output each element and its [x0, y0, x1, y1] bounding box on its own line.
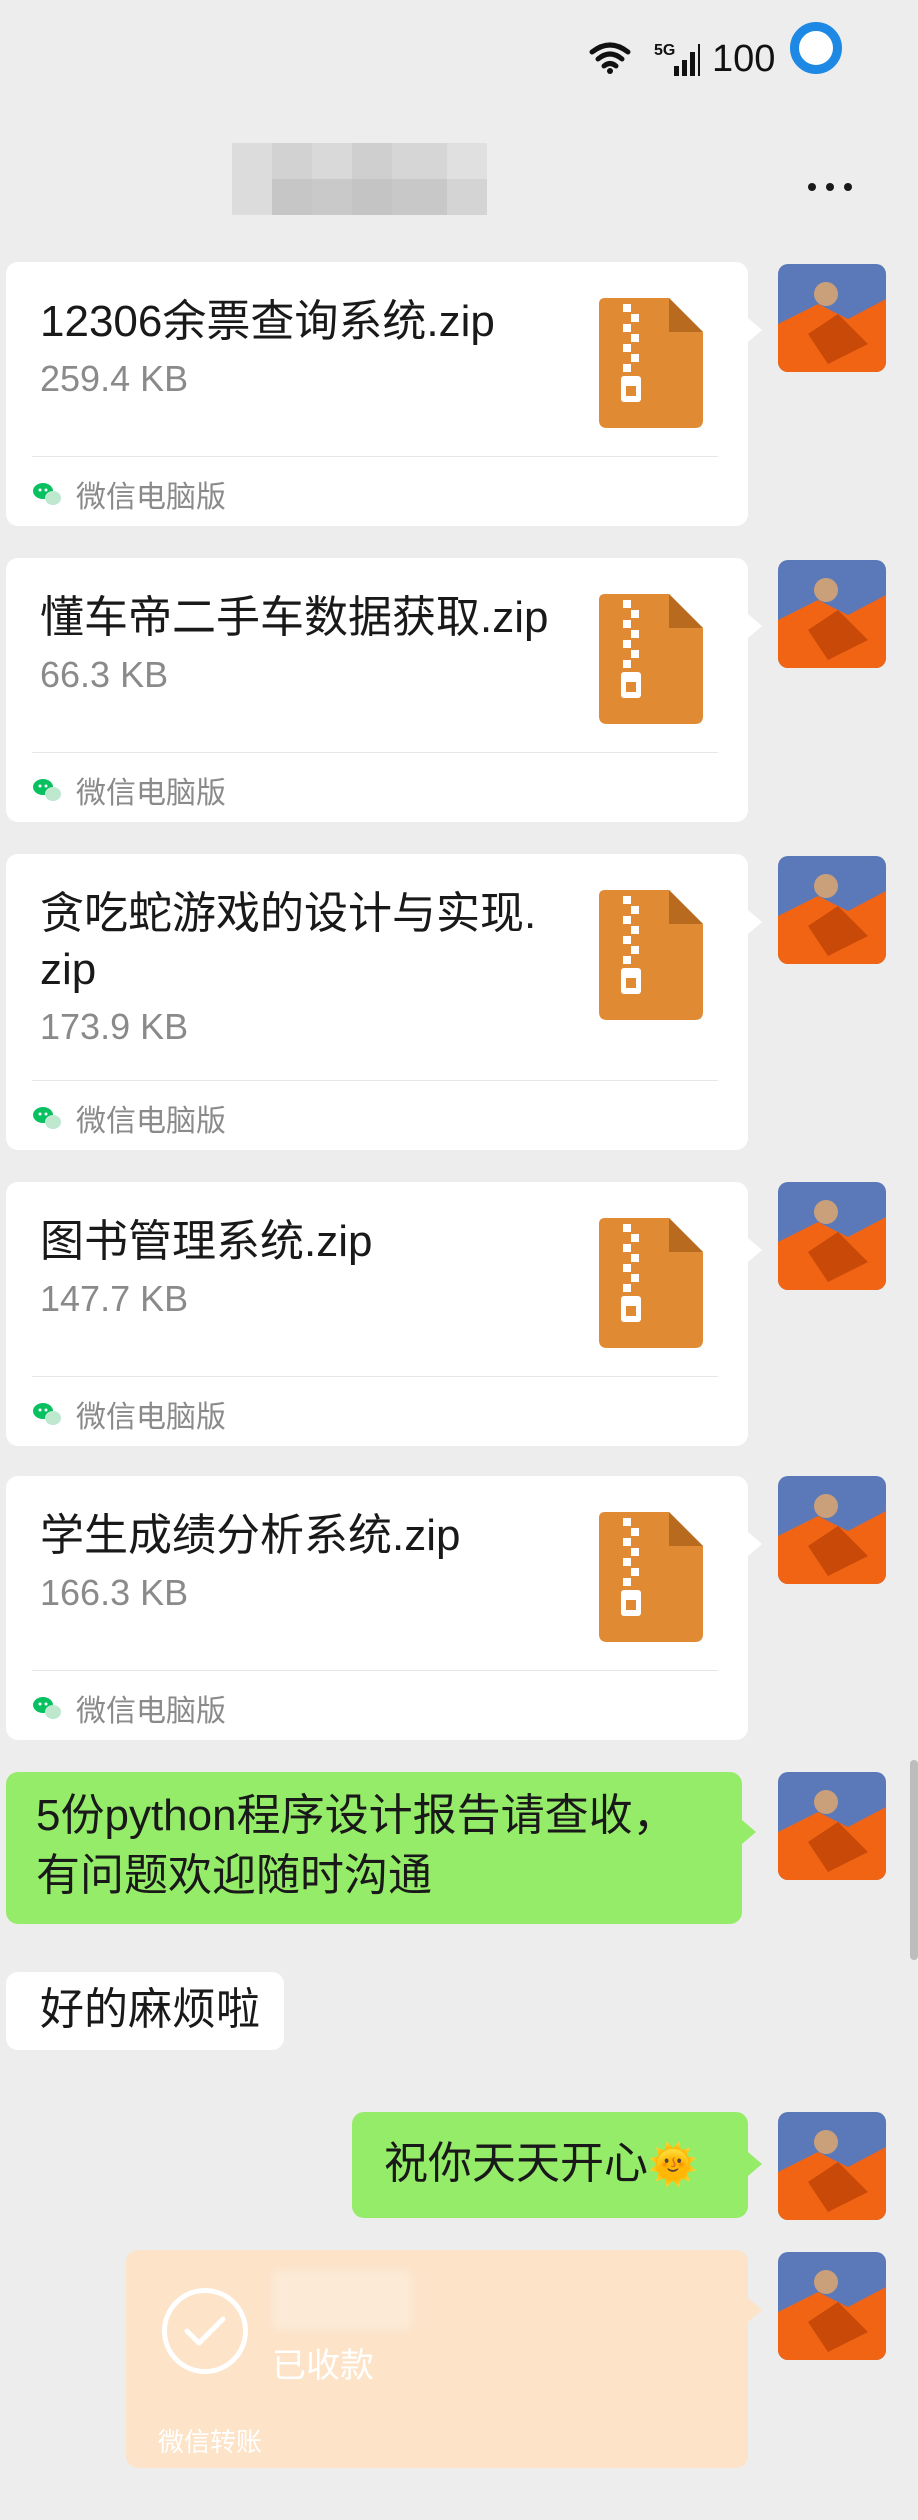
message-bubble[interactable]: 好的麻烦啦: [6, 1972, 284, 2050]
wechat-icon: [33, 1107, 61, 1129]
zip-file-icon: [599, 890, 703, 1020]
chat-title-blurred: [232, 143, 487, 215]
file-size: 166.3 KB: [40, 1572, 189, 1613]
avatar[interactable]: [778, 856, 886, 964]
source-label: 微信电脑版: [32, 1096, 226, 1140]
zip-file-icon: [599, 1218, 703, 1348]
file-name: 学生成绩分析系统.zip: [40, 1511, 461, 1560]
more-options-button[interactable]: [808, 178, 868, 194]
file-message-card[interactable]: 懂车帝二手车数据获取.zip 66.3 KB 微信电脑版: [6, 558, 762, 822]
file-message-card[interactable]: 图书管理系统.zip 147.7 KB 微信电脑版: [6, 1182, 762, 1446]
divider: [32, 752, 718, 753]
transfer-status: 已收款: [272, 2347, 374, 2385]
sun-emoji-icon: 🌞: [648, 2143, 698, 2187]
file-message-card[interactable]: 12306余票查询系统.zip 259.4 KB 微信电脑版: [6, 262, 762, 526]
scrollbar[interactable]: [910, 1760, 918, 1960]
avatar[interactable]: [778, 264, 886, 372]
message-text: 祝你天天开心: [384, 2139, 648, 2188]
wechat-icon: [33, 779, 61, 801]
zip-file-icon: [599, 1512, 703, 1642]
source-label: 微信电脑版: [32, 472, 226, 516]
file-name: 图书管理系统.zip: [40, 1217, 373, 1266]
avatar[interactable]: [778, 1772, 886, 1880]
signal-icon: [674, 44, 700, 76]
transfer-footer: 微信转账: [158, 2427, 263, 2457]
check-icon: [162, 2288, 248, 2374]
file-size: 259.4 KB: [40, 358, 189, 399]
file-message-card[interactable]: 贪吃蛇游戏的设计与实现. zip 173.9 KB 微信电脑版: [6, 854, 762, 1150]
file-name: 贪吃蛇游戏的设计与实现. zip: [40, 889, 537, 994]
avatar[interactable]: [778, 1182, 886, 1290]
message-text: 好的麻烦啦: [40, 1985, 260, 2034]
divider: [32, 456, 718, 457]
wechat-icon: [33, 1403, 61, 1425]
avatar[interactable]: [778, 2252, 886, 2360]
divider: [32, 1376, 718, 1377]
amount-blurred: [272, 2270, 412, 2330]
source-label: 微信电脑版: [32, 1392, 226, 1436]
avatar[interactable]: [778, 1476, 886, 1584]
source-label: 微信电脑版: [32, 768, 226, 812]
file-name: 懂车帝二手车数据获取.zip: [40, 593, 549, 642]
assistant-ring-icon[interactable]: [790, 22, 842, 74]
battery-level: 100: [712, 38, 776, 80]
file-size: 147.7 KB: [40, 1278, 189, 1319]
zip-file-icon: [599, 298, 703, 428]
message-text: 5份python程序设计报告请查收，有问题欢迎随时沟通: [36, 1791, 677, 1900]
transfer-card[interactable]: 已收款 微信转账: [126, 2250, 762, 2468]
divider: [32, 1670, 718, 1671]
file-name: 12306余票查询系统.zip: [40, 297, 495, 346]
source-label: 微信电脑版: [32, 1686, 226, 1730]
wechat-icon: [33, 1697, 61, 1719]
message-bubble[interactable]: 5份python程序设计报告请查收，有问题欢迎随时沟通: [6, 1772, 756, 1924]
file-size: 66.3 KB: [40, 654, 169, 695]
file-size: 173.9 KB: [40, 1006, 189, 1047]
status-bar: 5G 100: [0, 0, 918, 120]
message-bubble[interactable]: 祝你天天开心🌞: [352, 2112, 762, 2218]
wechat-icon: [33, 483, 61, 505]
divider: [32, 1080, 718, 1081]
file-message-card[interactable]: 学生成绩分析系统.zip 166.3 KB 微信电脑版: [6, 1476, 762, 1740]
avatar[interactable]: [778, 560, 886, 668]
avatar[interactable]: [778, 2112, 886, 2220]
wifi-icon: [589, 42, 631, 74]
zip-file-icon: [599, 594, 703, 724]
